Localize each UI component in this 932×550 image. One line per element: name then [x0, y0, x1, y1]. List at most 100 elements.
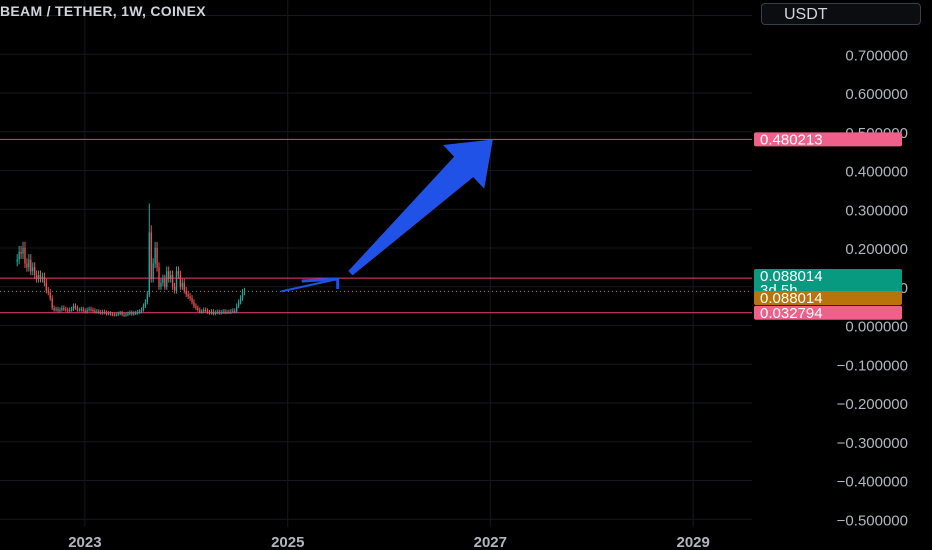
candle-body	[160, 282, 162, 287]
price-axis-tick-label: −0.300000	[837, 435, 908, 452]
currency-button[interactable]: USDT	[761, 3, 921, 25]
candle-body	[204, 310, 207, 311]
price-axis-tick-label: −0.400000	[837, 474, 908, 491]
candle-body	[43, 277, 46, 283]
candle-body	[236, 306, 238, 312]
candle-body	[164, 279, 166, 287]
candle-body	[133, 313, 135, 315]
candle-body	[63, 308, 65, 310]
candle-body	[113, 314, 116, 316]
candle-body	[123, 314, 125, 316]
candle-body	[216, 311, 218, 313]
candle-body	[92, 310, 94, 311]
candle-body	[138, 311, 141, 313]
candle-body	[41, 277, 44, 279]
candle-body	[171, 275, 174, 287]
candle-body	[76, 308, 79, 310]
candle-body	[214, 312, 217, 314]
candle-body	[67, 310, 69, 311]
candle-body	[94, 310, 96, 312]
time-axis-tick-label: 2029	[676, 534, 709, 550]
candle-body	[234, 310, 236, 312]
candle-body	[197, 308, 199, 310]
candle-body	[193, 302, 195, 307]
candle-body	[78, 310, 81, 311]
time-axis-tick-label: 2023	[68, 534, 101, 550]
candle-body	[98, 311, 100, 313]
candle-body	[24, 248, 26, 264]
candle-body	[199, 310, 201, 312]
candle-body	[195, 306, 197, 309]
candle-body	[70, 309, 73, 311]
candle-body	[230, 311, 232, 313]
candle-body	[61, 308, 63, 310]
candle-body	[136, 312, 139, 314]
candle-body	[129, 312, 131, 314]
price-axis-tick-label: 0.300000	[845, 202, 908, 219]
candle-body	[57, 309, 59, 311]
candle-body	[228, 311, 230, 313]
candle-body	[243, 291, 246, 293]
candle-body	[45, 282, 48, 291]
candle-body	[239, 298, 242, 303]
candle-body	[140, 310, 143, 312]
time-axis-tick-label: 2025	[271, 534, 304, 550]
candle-body	[96, 311, 98, 313]
candle-body	[84, 310, 86, 312]
candle-body	[166, 271, 168, 287]
candle-body	[20, 251, 22, 254]
candle-body	[220, 312, 222, 314]
candle-body	[208, 312, 211, 314]
candle-body	[222, 311, 224, 313]
candle-body	[224, 311, 226, 313]
candle-body	[32, 267, 34, 272]
candle-body	[212, 311, 215, 314]
candle-body	[34, 267, 36, 276]
candle-body	[103, 311, 106, 313]
candle-body	[218, 311, 220, 314]
candle-body	[148, 232, 150, 295]
candle-body	[127, 313, 129, 315]
candle-body	[135, 313, 137, 315]
candle-body	[169, 275, 172, 279]
candle-body	[181, 282, 183, 287]
candle-body	[82, 309, 84, 311]
candle-body	[183, 282, 185, 291]
symbol-title[interactable]: BEAM / TETHER, 1W, COINEX	[0, 3, 206, 19]
candle-body	[28, 259, 30, 268]
candle-body	[177, 271, 180, 276]
candle-body	[51, 298, 53, 309]
price-axis-tick-label: −0.100000	[837, 357, 908, 374]
candle-body	[206, 310, 209, 313]
candle-body	[189, 296, 191, 299]
price-chart[interactable]: 0.8000000.7000000.6000000.5000000.400000…	[0, 0, 932, 550]
candle-body	[131, 312, 133, 315]
candle-body	[74, 306, 77, 309]
candle-body	[39, 275, 42, 279]
candle-body	[16, 259, 18, 262]
candle-body	[117, 313, 119, 315]
candle-body	[201, 311, 203, 313]
price-axis-tick-label: 0.700000	[845, 47, 908, 64]
candle-body	[88, 309, 90, 311]
candle-body	[146, 294, 149, 303]
candle-body	[144, 302, 147, 307]
candle-body	[168, 271, 170, 279]
candle-body	[156, 248, 158, 268]
candle-body	[65, 309, 67, 311]
candle-body	[191, 298, 193, 303]
candle-body	[111, 314, 114, 316]
time-axis-tick-label: 2027	[474, 534, 507, 550]
candle-body	[185, 290, 187, 295]
candle-body	[72, 306, 75, 310]
candle-body	[105, 312, 108, 314]
candle-body	[142, 306, 145, 310]
candle-body	[210, 311, 213, 314]
candle-body	[26, 263, 28, 268]
candle-body	[53, 308, 55, 310]
candle-body	[125, 314, 127, 316]
price-axis-tick-label: −0.500000	[837, 512, 908, 529]
candle-body	[18, 251, 20, 260]
candle-body	[109, 313, 112, 315]
candle-body	[179, 275, 182, 287]
